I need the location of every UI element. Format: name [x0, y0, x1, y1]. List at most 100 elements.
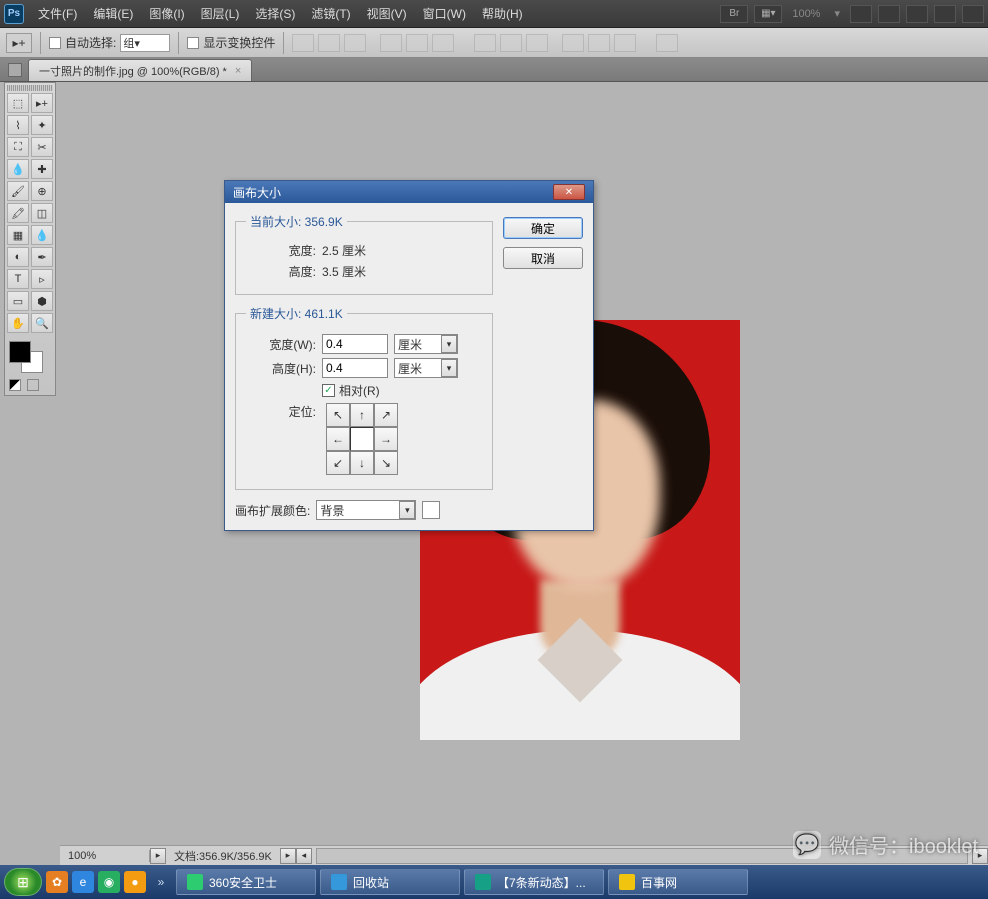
- width-unit-dropdown[interactable]: 厘米▾: [394, 334, 458, 354]
- crop-tool[interactable]: ⛶: [7, 137, 29, 157]
- menu-image[interactable]: 图像(I): [141, 1, 192, 26]
- autoalign-icon[interactable]: [656, 34, 678, 52]
- menu-layer[interactable]: 图层(L): [193, 1, 248, 26]
- dialog-titlebar[interactable]: 画布大小 ✕: [225, 181, 593, 203]
- ie-icon[interactable]: e: [72, 871, 94, 893]
- history-brush-tool[interactable]: 🖍: [7, 203, 29, 223]
- menu-filter[interactable]: 滤镜(T): [303, 1, 358, 26]
- task-button[interactable]: 百事网: [608, 869, 748, 895]
- menu-select[interactable]: 选择(S): [247, 1, 303, 26]
- chevron-icon[interactable]: »: [150, 871, 172, 893]
- align-icon[interactable]: [380, 34, 402, 52]
- new-height-label: 高度(H):: [246, 360, 316, 377]
- zoom-arrow-icon[interactable]: ▸: [150, 848, 166, 864]
- height-unit-dropdown[interactable]: 厘米▾: [394, 358, 458, 378]
- move-tool[interactable]: ▸+: [31, 93, 53, 113]
- zoom-input[interactable]: 100%: [60, 850, 150, 862]
- align-icon[interactable]: [406, 34, 428, 52]
- stamp-tool[interactable]: ⊕: [31, 181, 53, 201]
- move-tool-icon[interactable]: ▸+: [6, 33, 32, 53]
- eraser-tool[interactable]: ◫: [31, 203, 53, 223]
- 3d-tool[interactable]: ⬢: [31, 291, 53, 311]
- zoom-icon[interactable]: [878, 5, 900, 23]
- extend-color-dropdown[interactable]: 背景▾: [316, 500, 416, 520]
- autoselect-dropdown[interactable]: 组▾: [120, 34, 170, 52]
- new-height-input[interactable]: [322, 358, 388, 378]
- anchor-s[interactable]: ↓: [350, 451, 374, 475]
- align-icon[interactable]: [344, 34, 366, 52]
- zoom-tool[interactable]: 🔍: [31, 313, 53, 333]
- eyedropper-tool[interactable]: 💧: [7, 159, 29, 179]
- distribute-icon[interactable]: [562, 34, 584, 52]
- distribute-icon[interactable]: [614, 34, 636, 52]
- distribute-icon[interactable]: [526, 34, 548, 52]
- extend-color-swatch[interactable]: [422, 501, 440, 519]
- type-tool[interactable]: T: [7, 269, 29, 289]
- bridge-icon[interactable]: Br: [720, 5, 748, 23]
- arrange-icon[interactable]: [934, 5, 956, 23]
- anchor-n[interactable]: ↑: [350, 403, 374, 427]
- menu-window[interactable]: 窗口(W): [415, 1, 474, 26]
- tray-icon[interactable]: ✿: [46, 871, 68, 893]
- zoom-label[interactable]: 100%: [788, 8, 824, 20]
- hand-icon[interactable]: [850, 5, 872, 23]
- task-button[interactable]: 360安全卫士: [176, 869, 316, 895]
- align-icon[interactable]: [292, 34, 314, 52]
- screenmode-icon[interactable]: [962, 5, 984, 23]
- dodge-tool[interactable]: ◐: [7, 247, 29, 267]
- anchor-sw[interactable]: ↙: [326, 451, 350, 475]
- gradient-tool[interactable]: ▦: [7, 225, 29, 245]
- anchor-nw[interactable]: ↖: [326, 403, 350, 427]
- start-button[interactable]: ⊞: [4, 868, 42, 896]
- pen-tool[interactable]: ✒: [31, 247, 53, 267]
- tray-icon[interactable]: ◉: [98, 871, 120, 893]
- menu-file[interactable]: 文件(F): [30, 1, 85, 26]
- rotate-icon[interactable]: [906, 5, 928, 23]
- anchor-e[interactable]: →: [374, 427, 398, 451]
- tray-icon[interactable]: ●: [124, 871, 146, 893]
- relative-checkbox[interactable]: ✓: [322, 384, 335, 397]
- distribute-icon[interactable]: [500, 34, 522, 52]
- swap-colors-icon[interactable]: [27, 379, 39, 391]
- brush-tool[interactable]: 🖌: [7, 181, 29, 201]
- task-button[interactable]: 回收站: [320, 869, 460, 895]
- align-icon[interactable]: [432, 34, 454, 52]
- hand-tool[interactable]: ✋: [7, 313, 29, 333]
- path-tool[interactable]: ▹: [31, 269, 53, 289]
- lasso-tool[interactable]: ⌇: [7, 115, 29, 135]
- foreground-color[interactable]: [9, 341, 31, 363]
- autoselect-checkbox[interactable]: [49, 37, 61, 49]
- distribute-icon[interactable]: [474, 34, 496, 52]
- default-colors-icon[interactable]: [9, 379, 21, 391]
- anchor-se[interactable]: ↘: [374, 451, 398, 475]
- showtransform-checkbox[interactable]: [187, 37, 199, 49]
- tab-thumb-icon[interactable]: [8, 63, 22, 77]
- filmstrip-icon[interactable]: ▦▾: [754, 5, 782, 23]
- anchor-w[interactable]: ←: [326, 427, 350, 451]
- shape-tool[interactable]: ▭: [7, 291, 29, 311]
- new-width-input[interactable]: [322, 334, 388, 354]
- menu-view[interactable]: 视图(V): [359, 1, 415, 26]
- task-button[interactable]: 【7条新动态】...: [464, 869, 604, 895]
- ok-button[interactable]: 确定: [503, 217, 583, 239]
- heal-tool[interactable]: ✚: [31, 159, 53, 179]
- anchor-center[interactable]: [350, 427, 374, 451]
- scroll-left-icon[interactable]: ◂: [296, 848, 312, 864]
- distribute-icon[interactable]: [588, 34, 610, 52]
- info-arrow-icon[interactable]: ▸: [280, 848, 296, 864]
- marquee-tool[interactable]: ⬚: [7, 93, 29, 113]
- align-icon[interactable]: [318, 34, 340, 52]
- menu-edit[interactable]: 编辑(E): [85, 1, 141, 26]
- toolbox-grip[interactable]: [7, 85, 53, 91]
- anchor-ne[interactable]: ↗: [374, 403, 398, 427]
- slice-tool[interactable]: ✂: [31, 137, 53, 157]
- document-tab[interactable]: 一寸照片的制作.jpg @ 100%(RGB/8) * ×: [28, 59, 252, 81]
- close-icon[interactable]: ×: [235, 65, 241, 77]
- zoom-arrow-icon[interactable]: ▾: [830, 7, 844, 20]
- blur-tool[interactable]: 💧: [31, 225, 53, 245]
- wand-tool[interactable]: ✦: [31, 115, 53, 135]
- extend-color-label: 画布扩展颜色:: [235, 502, 310, 519]
- cancel-button[interactable]: 取消: [503, 247, 583, 269]
- menu-help[interactable]: 帮助(H): [474, 1, 531, 26]
- close-button[interactable]: ✕: [553, 184, 585, 200]
